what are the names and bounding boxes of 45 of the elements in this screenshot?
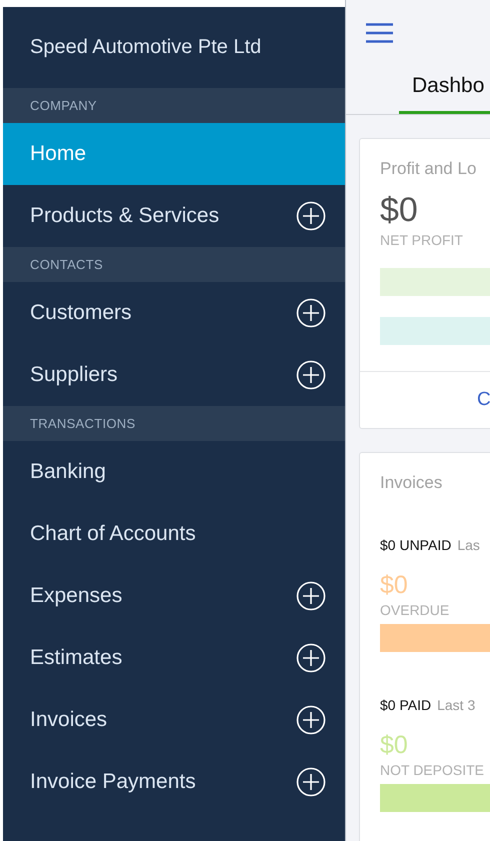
invoice-amount: $0 UNPAID	[380, 537, 452, 553]
sidebar-item-label: Estimates	[30, 646, 122, 670]
sidebar-item[interactable]: Customers	[3, 282, 345, 344]
sidebar-item[interactable]: Estimates	[3, 627, 345, 689]
sidebar-item-label: Invoices	[30, 708, 108, 732]
section-header: COMPANY	[3, 88, 345, 123]
card-title: Profit and Lo	[380, 159, 478, 179]
net-profit-amount: $0	[380, 191, 419, 230]
sidebar-item-label: Expenses	[30, 584, 122, 608]
sidebar-item-label: Invoice Payments	[30, 770, 196, 794]
sidebar-item[interactable]: Invoice Payments	[3, 751, 345, 813]
card-link[interactable]: C	[477, 389, 490, 411]
sidebar-item-label: Chart of Accounts	[30, 522, 196, 546]
sidebar-item[interactable]: Expenses	[3, 565, 345, 627]
sidebar-item[interactable]: Invoices	[3, 689, 345, 751]
sidebar-item-label: Suppliers	[30, 363, 118, 387]
sidebar-item[interactable]: Suppliers	[3, 344, 345, 406]
sidebar-item[interactable]: Chart of Accounts	[3, 503, 345, 565]
sidebar-item-label: Products & Services	[30, 204, 220, 228]
sidebar-item-label: Banking	[30, 460, 106, 484]
menu-icon[interactable]	[366, 23, 393, 43]
net-profit-caption: NET PROFIT	[380, 232, 464, 248]
invoice-period: Las	[457, 537, 480, 553]
add-icon[interactable]	[296, 643, 326, 673]
sidebar-item-label: Home	[30, 142, 86, 166]
sidebar-item-label: Customers	[30, 301, 132, 325]
card-title: Invoices	[380, 473, 444, 493]
add-icon[interactable]	[296, 767, 326, 797]
add-icon[interactable]	[296, 581, 326, 611]
section-header: TRANSACTIONS	[3, 406, 345, 441]
invoice-value: $0	[380, 571, 409, 600]
sidebar-item[interactable]: Products & Services	[3, 185, 345, 247]
add-icon[interactable]	[296, 705, 326, 735]
add-icon[interactable]	[296, 360, 326, 390]
company-name: Speed Automotive Pte Ltd	[29, 35, 262, 60]
add-icon[interactable]	[296, 201, 326, 231]
invoice-value: $0	[380, 731, 409, 760]
invoice-caption: NOT DEPOSITE	[380, 762, 485, 778]
invoice-amount: $0 PAID	[380, 697, 432, 713]
invoice-period: Last 3	[437, 697, 476, 713]
section-header: CONTACTS	[3, 247, 345, 282]
add-icon[interactable]	[296, 298, 326, 328]
dashboard-tab[interactable]: Dashbo	[399, 66, 490, 114]
invoice-caption: OVERDUE	[380, 602, 450, 618]
sidebar-item[interactable]: Banking	[3, 441, 345, 503]
